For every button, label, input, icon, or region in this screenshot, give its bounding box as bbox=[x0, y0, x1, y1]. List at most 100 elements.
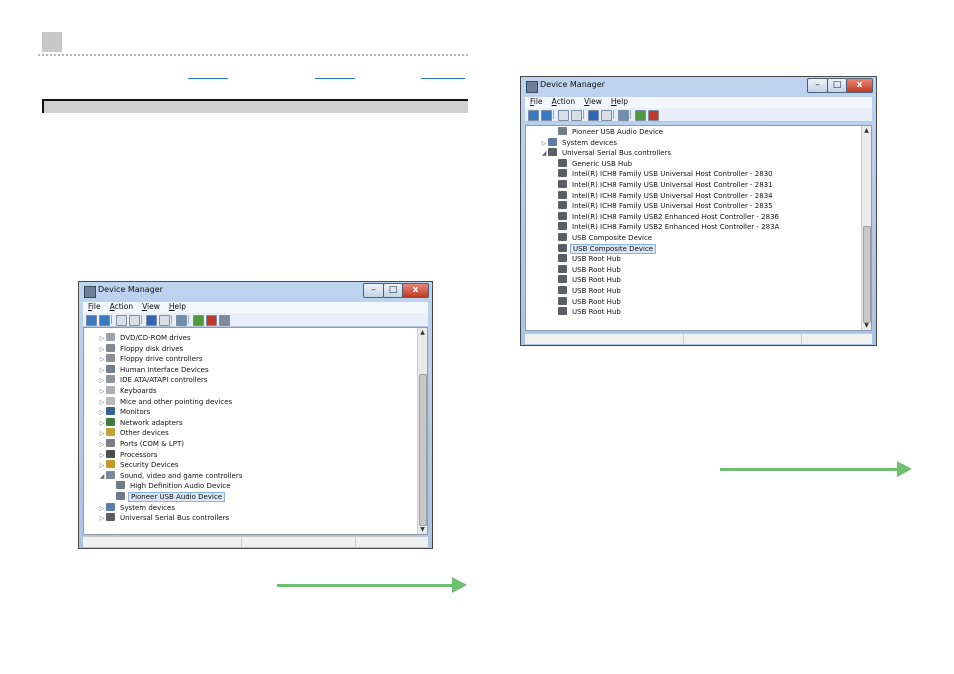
tree-item[interactable]: Intel(R) ICH8 Family USB Universal Host … bbox=[550, 180, 775, 190]
tree-item[interactable]: ▷ Other devices bbox=[98, 428, 171, 438]
expand-icon[interactable]: ▷ bbox=[98, 398, 106, 408]
maximize-button[interactable]: □ bbox=[383, 283, 403, 298]
properties-icon[interactable] bbox=[116, 315, 127, 326]
tree-item[interactable]: ▷ Monitors bbox=[98, 407, 152, 417]
expand-icon[interactable]: ▷ bbox=[98, 345, 106, 355]
menu-file[interactable]: File bbox=[88, 302, 101, 311]
tree-item[interactable]: USB Root Hub bbox=[550, 286, 623, 296]
menu-action[interactable]: Action bbox=[110, 302, 134, 311]
expand-icon[interactable]: ▷ bbox=[98, 366, 106, 376]
tree-item[interactable]: ▷ Floppy disk drives bbox=[98, 343, 185, 355]
scroll-up-icon[interactable]: ▲ bbox=[862, 126, 871, 135]
expand-icon[interactable]: ▷ bbox=[98, 461, 106, 471]
grid-icon[interactable] bbox=[601, 110, 612, 121]
tree-item[interactable]: ▷ System devices bbox=[98, 502, 177, 514]
menu-file[interactable]: File bbox=[530, 97, 543, 106]
link-underline-2[interactable] bbox=[315, 78, 355, 79]
expand-icon[interactable]: ▷ bbox=[98, 514, 106, 524]
collapse-icon[interactable]: ◢ bbox=[98, 472, 106, 482]
properties-icon[interactable] bbox=[558, 110, 569, 121]
expand-icon[interactable]: ▷ bbox=[98, 355, 106, 365]
help-icon[interactable] bbox=[588, 110, 599, 121]
tree-item[interactable]: USB Root Hub bbox=[550, 275, 623, 285]
help-icon[interactable] bbox=[146, 315, 157, 326]
scroll-down-icon[interactable]: ▼ bbox=[862, 321, 871, 330]
close-button[interactable]: x bbox=[846, 78, 873, 93]
tree-item[interactable]: USB Root Hub bbox=[550, 264, 623, 275]
disable-icon[interactable] bbox=[219, 315, 230, 326]
title-bar[interactable]: Device Manager – □ x bbox=[521, 77, 876, 97]
tree-item[interactable]: Intel(R) ICH8 Family USB Universal Host … bbox=[550, 169, 775, 179]
tree-item[interactable]: ▷ System devices bbox=[540, 137, 619, 149]
expand-icon[interactable]: ▷ bbox=[98, 419, 106, 429]
expand-icon[interactable]: ▷ bbox=[98, 376, 106, 386]
vertical-scrollbar[interactable]: ▲ ▼ bbox=[417, 328, 427, 534]
scroll-down-icon[interactable]: ▼ bbox=[418, 525, 427, 534]
vertical-scrollbar[interactable]: ▲ ▼ bbox=[861, 126, 871, 330]
uninstall-icon[interactable] bbox=[648, 110, 659, 121]
grid-icon[interactable] bbox=[159, 315, 170, 326]
scan-hardware-icon[interactable] bbox=[176, 315, 187, 326]
tree-item[interactable]: ▷ IDE ATA/ATAPI controllers bbox=[98, 375, 210, 385]
expand-icon[interactable]: ▷ bbox=[98, 429, 106, 439]
tree-item[interactable]: ▷ Floppy drive controllers bbox=[98, 354, 205, 364]
back-icon[interactable] bbox=[528, 110, 539, 121]
menu-help[interactable]: Help bbox=[611, 97, 628, 106]
tree-item[interactable]: ▷ Mice and other pointing devices bbox=[98, 396, 234, 408]
forward-icon[interactable] bbox=[541, 110, 552, 121]
expand-icon[interactable]: ▷ bbox=[98, 440, 106, 450]
menu-view[interactable]: View bbox=[142, 302, 160, 311]
forward-icon[interactable] bbox=[99, 315, 110, 326]
tree-item[interactable]: ▷ DVD/CD-ROM drives bbox=[98, 333, 193, 343]
expand-icon[interactable]: ▷ bbox=[98, 408, 106, 418]
tree-item-selected[interactable]: USB Composite Device bbox=[550, 243, 657, 254]
tree-item[interactable]: Intel(R) ICH8 Family USB2 Enhanced Host … bbox=[550, 222, 781, 232]
menu-action[interactable]: Action bbox=[552, 97, 576, 106]
expand-icon[interactable]: ▷ bbox=[98, 451, 106, 461]
expand-icon[interactable]: ▷ bbox=[540, 139, 548, 149]
minimize-button[interactable]: – bbox=[363, 283, 384, 298]
show-hidden-icon[interactable] bbox=[571, 110, 582, 121]
title-bar[interactable]: Device Manager – □ x bbox=[79, 282, 432, 302]
scroll-thumb[interactable] bbox=[419, 374, 427, 526]
update-driver-icon[interactable] bbox=[635, 110, 646, 121]
show-hidden-icon[interactable] bbox=[129, 315, 140, 326]
menu-help[interactable]: Help bbox=[169, 302, 186, 311]
tree-item[interactable]: ▷ Keyboards bbox=[98, 386, 159, 396]
link-underline-3[interactable] bbox=[421, 78, 465, 79]
tree-item[interactable]: USB Root Hub bbox=[550, 296, 623, 307]
tree-item[interactable]: ▷ Human Interface Devices bbox=[98, 364, 211, 376]
tree-item[interactable]: Intel(R) ICH8 Family USB Universal Host … bbox=[550, 190, 775, 201]
tree-item[interactable]: USB Root Hub bbox=[550, 307, 623, 317]
expand-icon[interactable]: ▷ bbox=[98, 504, 106, 514]
link-underline-1[interactable] bbox=[188, 78, 228, 79]
tree-item[interactable]: ◢ Universal Serial Bus controllers bbox=[540, 148, 673, 158]
tree-item[interactable]: High Definition Audio Device bbox=[108, 481, 233, 491]
expand-icon[interactable]: ▷ bbox=[98, 387, 106, 397]
tree-item[interactable]: ▷ Security Devices bbox=[98, 460, 181, 470]
tree-item[interactable]: USB Root Hub bbox=[550, 254, 623, 264]
maximize-button[interactable]: □ bbox=[827, 78, 847, 93]
tree-item[interactable]: Intel(R) ICH8 Family USB2 Enhanced Host … bbox=[550, 211, 781, 222]
uninstall-icon[interactable] bbox=[206, 315, 217, 326]
tree-item-selected[interactable]: Pioneer USB Audio Device bbox=[108, 492, 226, 502]
tree-item[interactable]: ◢ Sound, video and game controllers bbox=[98, 470, 244, 482]
collapse-icon[interactable]: ◢ bbox=[540, 149, 548, 159]
scan-hardware-icon[interactable] bbox=[618, 110, 629, 121]
scroll-thumb[interactable] bbox=[863, 226, 871, 323]
expand-icon[interactable]: ▷ bbox=[98, 334, 106, 344]
tree-item[interactable]: USB Composite Device bbox=[550, 233, 654, 243]
update-driver-icon[interactable] bbox=[193, 315, 204, 326]
tree-item[interactable]: Intel(R) ICH8 Family USB Universal Host … bbox=[550, 201, 775, 211]
scroll-up-icon[interactable]: ▲ bbox=[418, 328, 427, 337]
tree-item[interactable]: ▷ Network adapters bbox=[98, 417, 185, 429]
tree-item[interactable]: Pioneer USB Audio Device bbox=[550, 127, 665, 137]
tree-item[interactable]: ▷ Processors bbox=[98, 449, 159, 461]
menu-view[interactable]: View bbox=[584, 97, 602, 106]
tree-item[interactable]: ▷ Ports (COM & LPT) bbox=[98, 439, 186, 449]
close-button[interactable]: x bbox=[402, 283, 429, 298]
tree-item[interactable]: ▷ Universal Serial Bus controllers bbox=[98, 513, 231, 523]
back-icon[interactable] bbox=[86, 315, 97, 326]
minimize-button[interactable]: – bbox=[807, 78, 828, 93]
tree-item[interactable]: Generic USB Hub bbox=[550, 158, 634, 169]
